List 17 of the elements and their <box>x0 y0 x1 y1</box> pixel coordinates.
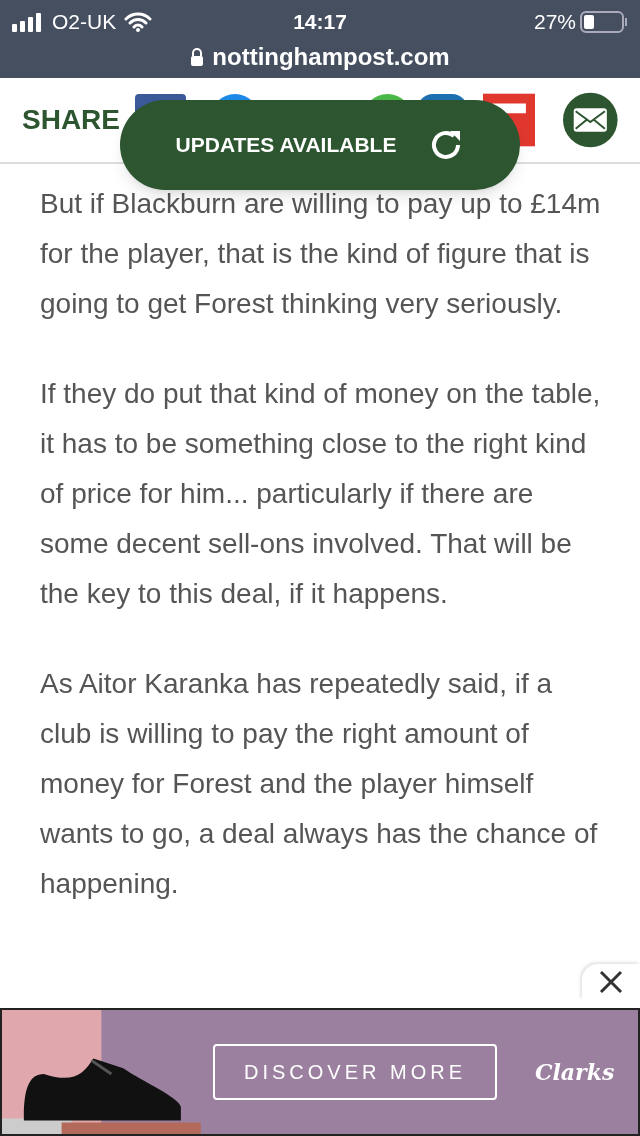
close-icon <box>598 969 624 995</box>
battery-percent: 27% <box>533 9 576 36</box>
article-paragraph: As Aitor Karanka has repeatedly said, if a club is willing to pay the right amount of money for Forest and the player himself wants to go, a deal always has the chance of happening. <box>40 667 599 901</box>
carrier-name: O2-UK <box>52 9 117 36</box>
close-ad-button[interactable] <box>582 964 640 1000</box>
wifi-icon <box>124 12 153 32</box>
updates-toast[interactable]: UPDATES AVAILABLE <box>120 100 520 190</box>
clarks-logo: Clarks <box>535 1057 615 1087</box>
signal-icon <box>12 12 44 32</box>
clock: 14:17 <box>293 9 347 36</box>
share-label: SHARE <box>22 103 121 137</box>
url-text[interactable]: nottinghampost.com <box>212 39 450 75</box>
article-paragraph: If they do put that kind of money on the table, it has to be something close to the right kind of price for him... particularly if there are some decent sell-ons involved. That will be the key to this deal, if it happens. <box>40 377 602 611</box>
lock-icon <box>190 48 205 66</box>
article-paragraph: But if Blackburn are willing to pay up to £14m for the player, that is the kind of figure that is going to get Forest thinking very seriously. <box>40 187 602 321</box>
battery-icon <box>580 11 628 33</box>
mail-icon[interactable] <box>563 92 618 148</box>
